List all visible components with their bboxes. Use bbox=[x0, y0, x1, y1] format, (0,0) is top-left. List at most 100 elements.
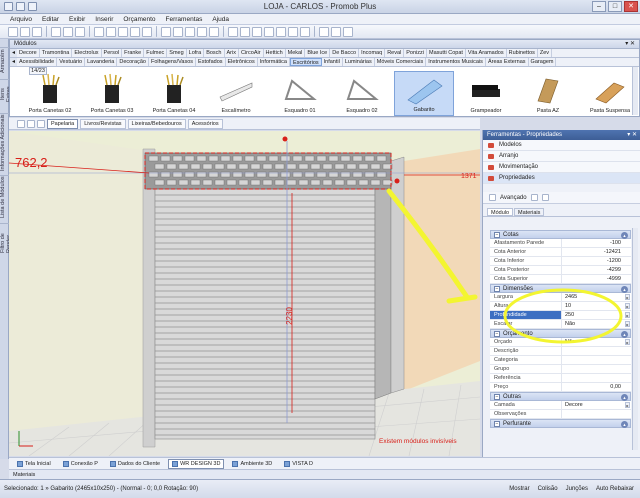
right-marker[interactable] bbox=[394, 178, 400, 184]
brand-tab[interactable]: Lofra bbox=[187, 49, 205, 57]
category-tab[interactable]: Vestuário bbox=[57, 58, 86, 66]
measure-icon[interactable] bbox=[264, 26, 274, 37]
binoculars-icon[interactable] bbox=[37, 119, 45, 128]
menu-editar[interactable]: Editar bbox=[42, 14, 59, 24]
select-icon[interactable] bbox=[94, 26, 104, 37]
brand-tab[interactable]: Mekal bbox=[286, 49, 306, 57]
category-tab[interactable]: Escritórios bbox=[289, 58, 322, 66]
menu-ajuda[interactable]: Ajuda bbox=[212, 14, 229, 24]
brand-tab[interactable]: Tramontina bbox=[40, 49, 73, 57]
module-item[interactable]: Porta Canetas 03 bbox=[82, 71, 142, 116]
dock-tab-itens-extras[interactable]: Itens Extras bbox=[0, 79, 12, 109]
module-item[interactable]: Pasta Suspensa bbox=[580, 71, 640, 116]
camera-icon[interactable] bbox=[300, 26, 310, 37]
category-tab[interactable]: Móveis Comerciais bbox=[375, 58, 427, 66]
menu-orcamento[interactable]: Orçamento bbox=[123, 14, 155, 24]
brand-tab[interactable]: De Bacco bbox=[330, 49, 360, 57]
subtab-livros[interactable]: Livros/Revistas bbox=[80, 118, 126, 129]
brand-tab[interactable]: Fulmec bbox=[144, 49, 168, 57]
module-item[interactable]: Gabarito bbox=[394, 71, 454, 116]
doctab-tela-inicial[interactable]: Tela Inicial bbox=[13, 459, 55, 469]
minimize-button[interactable]: – bbox=[592, 1, 606, 12]
close-button[interactable]: ✕ bbox=[624, 1, 638, 12]
options-icon[interactable] bbox=[27, 119, 35, 128]
category-tab[interactable]: Luminárias bbox=[343, 58, 375, 66]
modules-scrollbar[interactable] bbox=[632, 67, 638, 115]
category-tab[interactable]: Garagem bbox=[529, 58, 557, 66]
category-tab[interactable]: Eletrônicos bbox=[226, 58, 258, 66]
tabs-prev-arrow[interactable]: ◂ bbox=[10, 49, 18, 57]
view-front-icon[interactable] bbox=[161, 26, 171, 37]
tabs-prev-arrow[interactable]: ◂ bbox=[10, 58, 18, 66]
dock-tab-armazem[interactable]: Armazém bbox=[0, 47, 9, 75]
pan-icon[interactable] bbox=[142, 26, 152, 37]
menu-arquivo[interactable]: Arquivo bbox=[10, 14, 32, 24]
category-tab[interactable]: Áreas Externas bbox=[486, 58, 529, 66]
view-3d-icon[interactable] bbox=[197, 26, 207, 37]
3d-viewport[interactable]: 2230 762,2 1371 Existem módulos invisíve… bbox=[9, 131, 480, 456]
doctab-vista-d[interactable]: VISTA D bbox=[280, 459, 317, 469]
brand-tab[interactable]: Hettich bbox=[264, 49, 286, 57]
panel-pin-close[interactable]: ▾ ✕ bbox=[625, 40, 635, 49]
print-icon[interactable] bbox=[51, 26, 61, 37]
category-tab[interactable]: Lavanderia bbox=[85, 58, 118, 66]
window-icon[interactable] bbox=[252, 26, 262, 37]
brand-tab[interactable]: Reval bbox=[385, 49, 405, 57]
brand-tab[interactable]: Smeg bbox=[167, 49, 187, 57]
doctab-dados-cliente[interactable]: Dados do Cliente bbox=[106, 459, 164, 469]
subtab-papelaria[interactable]: Papelaria bbox=[47, 118, 79, 129]
module-item[interactable]: Esquadro 01 bbox=[270, 71, 330, 116]
filter-icon[interactable] bbox=[17, 119, 25, 128]
menu-inserir[interactable]: Inserir bbox=[95, 14, 113, 24]
redo-icon[interactable] bbox=[75, 26, 85, 37]
view-side-icon[interactable] bbox=[185, 26, 195, 37]
dock-tab-filtro-render[interactable]: Filtro de Render bbox=[0, 223, 12, 263]
brand-tab[interactable]: Incomaq bbox=[359, 49, 386, 57]
doctab-conexao[interactable]: Conexão P bbox=[59, 459, 102, 469]
brand-tab[interactable]: Bosch bbox=[204, 49, 225, 57]
category-tab[interactable]: Infantil bbox=[322, 58, 343, 66]
status-mostrar[interactable]: Mostrar bbox=[509, 480, 529, 498]
brand-tab[interactable]: Masutti Copat bbox=[427, 49, 466, 57]
menu-ferramentas[interactable]: Ferramentas bbox=[166, 14, 203, 24]
brand-tab[interactable]: Franke bbox=[122, 49, 145, 57]
undo-icon[interactable] bbox=[63, 26, 73, 37]
open-folder-icon[interactable] bbox=[20, 26, 30, 37]
subtab-acessorios[interactable]: Acessórios bbox=[187, 118, 223, 129]
move-icon[interactable] bbox=[106, 26, 116, 37]
zoom-icon[interactable] bbox=[130, 26, 140, 37]
text-icon[interactable] bbox=[276, 26, 286, 37]
menu-exibir[interactable]: Exibir bbox=[69, 14, 85, 24]
category-tab[interactable]: Informática bbox=[258, 58, 290, 66]
new-file-icon[interactable] bbox=[8, 26, 18, 37]
budget-icon[interactable] bbox=[331, 26, 341, 37]
brand-tab[interactable]: Zev bbox=[538, 49, 553, 57]
module-item[interactable]: Escalímetro bbox=[206, 71, 266, 116]
category-tab[interactable]: Instrumentos Musicais bbox=[426, 58, 486, 66]
status-auto-rebaixar[interactable]: Auto Rebaixar bbox=[596, 480, 634, 498]
view-top-icon[interactable] bbox=[173, 26, 183, 37]
wall-icon[interactable] bbox=[228, 26, 238, 37]
dock-tab-lista-modulos[interactable]: Lista de Módulos bbox=[0, 175, 9, 219]
status-juncoes[interactable]: Junções bbox=[566, 480, 588, 498]
module-item[interactable]: Porta Canetas 02 bbox=[20, 71, 80, 116]
status-colisao[interactable]: Colisão bbox=[538, 480, 558, 498]
dock-tab-informacoes[interactable]: Informações Adicionais bbox=[0, 113, 9, 171]
brand-tab[interactable]: CircoAir bbox=[239, 49, 264, 57]
materials-bar[interactable]: Materiais bbox=[9, 469, 640, 479]
save-icon[interactable] bbox=[32, 26, 42, 37]
door-icon[interactable] bbox=[240, 26, 250, 37]
brand-tab[interactable]: Rubinettos bbox=[507, 49, 538, 57]
doctab-wr-design[interactable]: WR DESIGN 3D bbox=[168, 458, 225, 469]
brand-tab[interactable]: Vita Aramados bbox=[466, 49, 507, 57]
category-tab[interactable]: Estofados bbox=[196, 58, 226, 66]
doctab-ambiente-3d[interactable]: Ambiente 3D bbox=[228, 459, 276, 469]
category-tab[interactable]: Folhagens/Vasos bbox=[149, 58, 197, 66]
brand-tab[interactable]: Ponizzi bbox=[404, 49, 427, 57]
rotate-icon[interactable] bbox=[118, 26, 128, 37]
category-tab[interactable]: Acessibilidade bbox=[17, 58, 58, 66]
top-marker[interactable] bbox=[282, 136, 288, 142]
module-item[interactable]: Porta Canetas 04 bbox=[144, 71, 204, 116]
report-icon[interactable] bbox=[319, 26, 329, 37]
subtab-lixeiras[interactable]: Lixeiras/Bebedouros bbox=[127, 118, 186, 129]
